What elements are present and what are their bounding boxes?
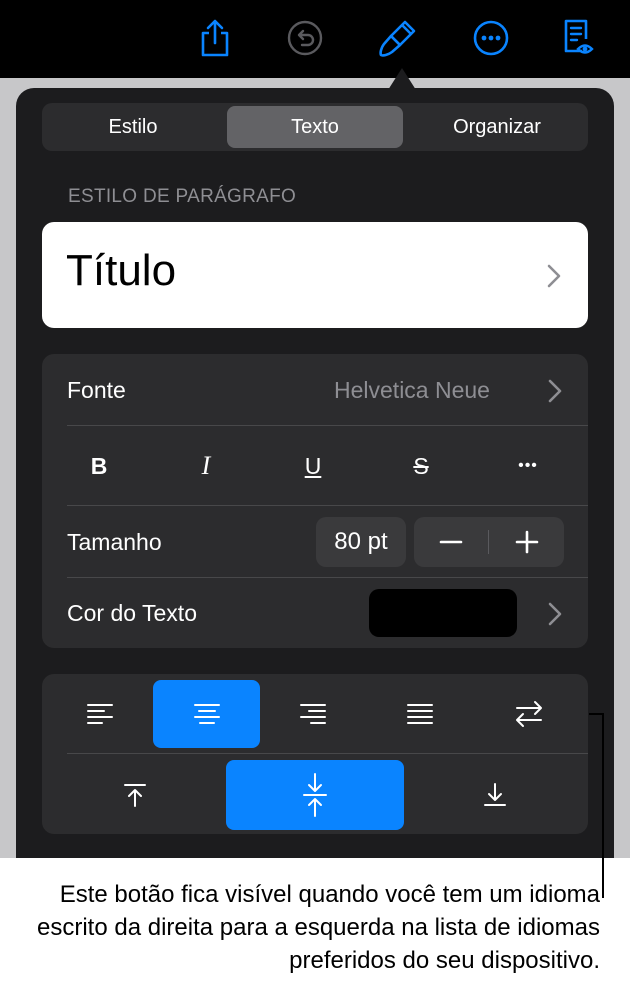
size-decrement-button[interactable] — [414, 517, 488, 567]
align-left-icon — [87, 704, 113, 724]
align-top-button[interactable] — [48, 760, 222, 830]
font-value[interactable]: Helvetica Neue — [334, 377, 490, 404]
share-icon[interactable] — [193, 16, 237, 60]
divider — [67, 425, 588, 426]
tab-texto[interactable]: Texto — [227, 106, 403, 148]
text-color-label: Cor do Texto — [67, 600, 197, 626]
divider — [67, 753, 588, 754]
toolbar — [0, 0, 630, 78]
strikethrough-button[interactable]: S — [396, 444, 446, 488]
callout-line — [589, 713, 603, 715]
size-label: Tamanho — [67, 529, 162, 555]
align-top-icon — [124, 784, 146, 807]
paragraph-style-button[interactable]: Título — [42, 222, 588, 328]
justify-button[interactable] — [368, 680, 472, 748]
paragraph-style-label: ESTILO DE PARÁGRAFO — [68, 186, 297, 207]
stepper-divider — [488, 530, 489, 554]
bold-button[interactable]: B — [74, 444, 124, 488]
tab-bar: Estilo Texto Organizar — [42, 103, 588, 151]
align-center-button[interactable] — [153, 680, 260, 748]
tab-estilo[interactable]: Estilo — [45, 106, 221, 148]
plus-icon — [515, 530, 539, 554]
popover-arrow — [388, 68, 416, 90]
reader-view-icon[interactable] — [556, 16, 600, 60]
paragraph-style-value: Título — [66, 246, 177, 295]
align-right-button[interactable] — [261, 680, 365, 748]
divider — [67, 505, 588, 506]
callout-caption: Este botão fica visível quando você tem … — [37, 881, 600, 974]
more-format-button[interactable]: ••• — [503, 444, 553, 488]
chevron-right-icon[interactable] — [548, 379, 562, 403]
font-label: Fonte — [67, 377, 126, 403]
align-middle-button[interactable] — [226, 760, 404, 830]
minus-icon — [439, 540, 463, 544]
format-paintbrush-icon[interactable] — [376, 16, 420, 60]
size-value[interactable]: 80 pt — [316, 517, 406, 567]
rtl-direction-button[interactable] — [476, 680, 582, 748]
undo-icon[interactable] — [283, 16, 327, 60]
underline-button[interactable]: U — [288, 444, 338, 488]
tab-organizar[interactable]: Organizar — [409, 106, 585, 148]
align-right-icon — [300, 704, 326, 724]
align-left-button[interactable] — [48, 680, 152, 748]
size-increment-button[interactable] — [490, 517, 564, 567]
chevron-right-icon — [547, 264, 561, 288]
text-color-swatch[interactable] — [369, 589, 517, 637]
italic-button[interactable]: I — [181, 444, 231, 488]
size-stepper — [414, 517, 564, 567]
align-middle-icon — [303, 773, 327, 817]
chevron-right-icon[interactable] — [548, 602, 562, 626]
text-direction-icon — [516, 701, 542, 727]
justify-icon — [407, 704, 433, 724]
divider — [67, 577, 588, 578]
align-center-icon — [193, 704, 220, 724]
align-bottom-icon — [484, 783, 506, 806]
more-icon[interactable] — [469, 16, 513, 60]
align-bottom-button[interactable] — [408, 760, 582, 830]
callout-line — [602, 713, 604, 898]
